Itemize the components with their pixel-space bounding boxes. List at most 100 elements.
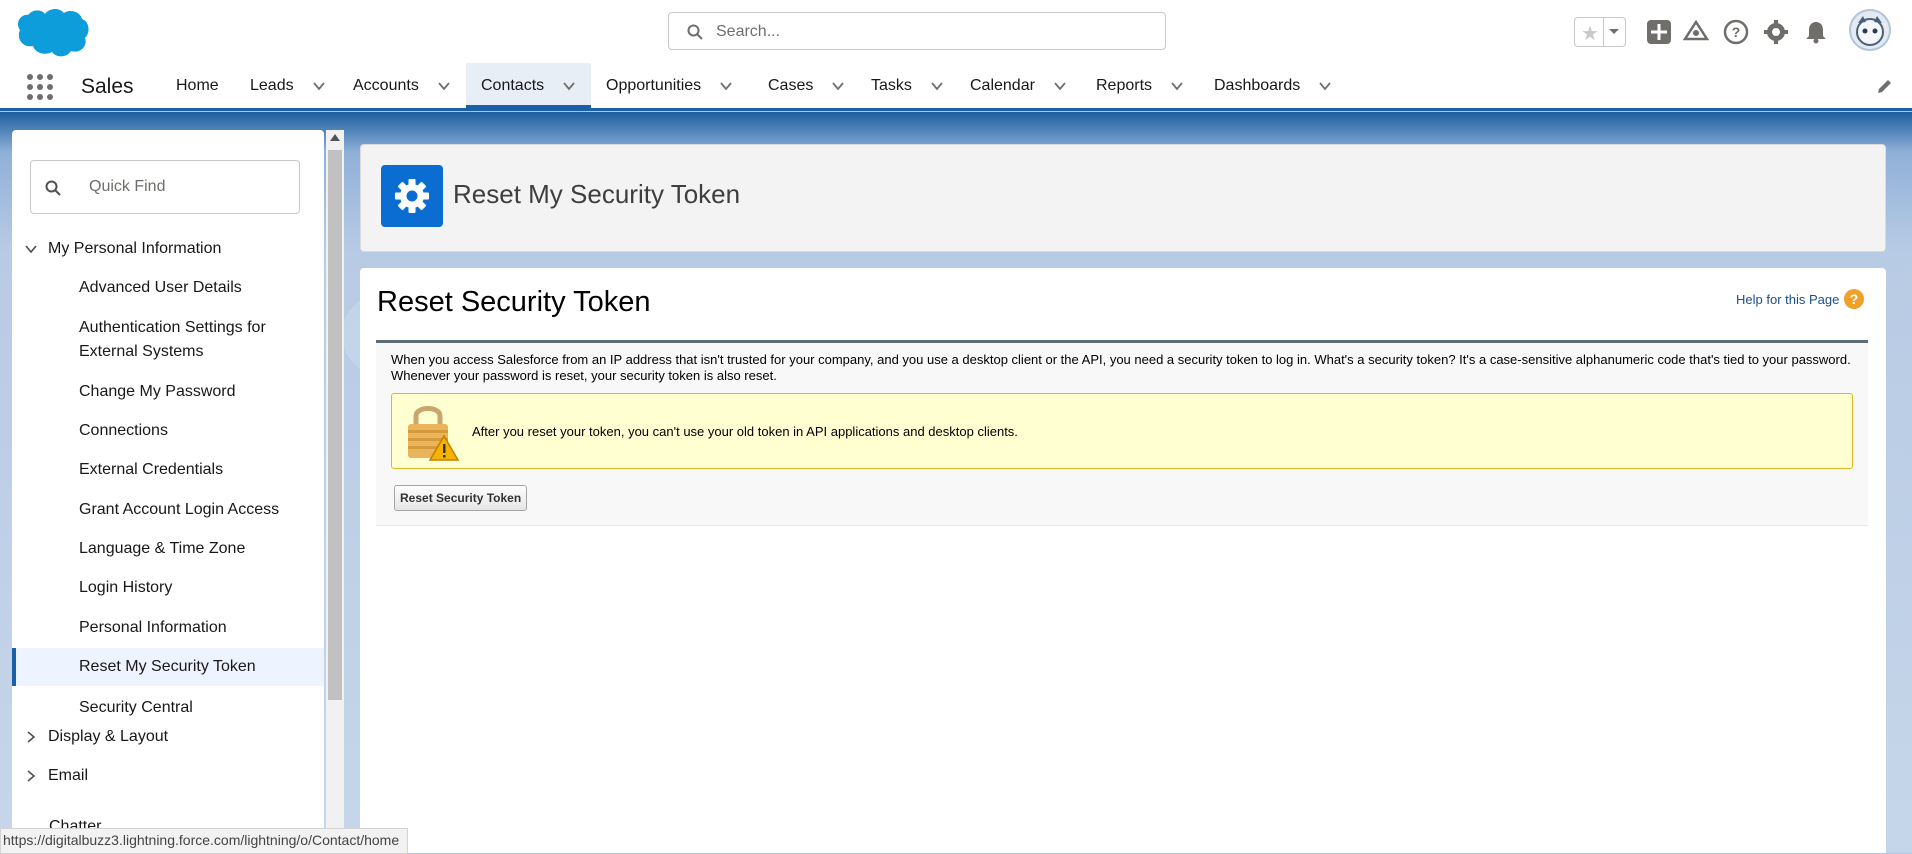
global-header: Search... ★ ? xyxy=(0,0,1912,64)
setup-gear-icon[interactable] xyxy=(1763,19,1789,45)
nav-tab-home[interactable]: Home xyxy=(164,63,231,108)
sidebar-item-reset-my-security-token[interactable]: Reset My Security Token xyxy=(12,648,324,686)
trailhead-icon[interactable] xyxy=(1683,19,1709,45)
chevron-down-icon[interactable] xyxy=(1607,24,1621,38)
nav-tab-label: Contacts xyxy=(481,76,545,94)
tree-section-label: Display & Layout xyxy=(48,728,169,745)
sidebar-item-login-history[interactable]: Login History xyxy=(12,576,324,600)
chevron-right-icon[interactable] xyxy=(24,730,38,744)
token-description: When you access Salesforce from an IP ad… xyxy=(391,352,1851,383)
add-icon[interactable] xyxy=(1646,19,1672,45)
nav-tab-label: Cases xyxy=(768,76,814,94)
tree-section-label: Email xyxy=(48,767,89,784)
chevron-down-icon[interactable] xyxy=(312,79,326,93)
reset-token-panel: When you access Salesforce from an IP ad… xyxy=(376,340,1868,526)
chevron-down-icon[interactable] xyxy=(930,79,944,93)
nav-tab-label: Accounts xyxy=(353,76,419,94)
gear-icon xyxy=(395,179,429,213)
search-icon xyxy=(687,24,703,40)
sidebar-item-personal-information[interactable]: Personal Information xyxy=(12,616,324,640)
help-for-this-page-link[interactable]: Help for this Page xyxy=(1736,292,1839,307)
main-content: Reset Security Token Help for this Page … xyxy=(360,268,1886,853)
help-icon[interactable]: ? xyxy=(1723,19,1749,45)
nav-tab-reports[interactable]: Reports xyxy=(1084,63,1196,108)
nav-tab-tasks[interactable]: Tasks xyxy=(859,63,956,108)
chevron-down-icon[interactable] xyxy=(437,79,451,93)
edit-nav-pencil-icon[interactable] xyxy=(1876,77,1894,95)
sidebar-item-label: Login History xyxy=(79,579,173,596)
nav-tab-label: Tasks xyxy=(871,76,912,94)
nav-tab-leads[interactable]: Leads xyxy=(238,63,338,108)
chevron-down-icon[interactable] xyxy=(562,79,576,93)
sidebar-item-label: Connections xyxy=(79,422,168,439)
setup-sidebar: Quick Find My Personal Information Advan… xyxy=(12,130,324,853)
sidebar-item-label: Grant Account Login Access xyxy=(79,501,280,518)
user-avatar[interactable] xyxy=(1849,9,1891,51)
app-launcher-icon[interactable] xyxy=(26,73,54,101)
help-question-icon[interactable]: ? xyxy=(1844,289,1864,309)
salesforce-logo[interactable] xyxy=(14,6,90,58)
chevron-down-icon[interactable] xyxy=(24,242,38,256)
warning-message: After you reset your token, you can't us… xyxy=(391,393,1853,469)
sidebar-item-connections[interactable]: Connections xyxy=(12,419,324,443)
favorites-button[interactable]: ★ xyxy=(1574,17,1626,47)
nav-tab-label: Leads xyxy=(250,76,294,94)
scroll-up-arrow-icon[interactable] xyxy=(330,134,340,141)
sidebar-item-authentication-settings[interactable]: Authentication Settings for External Sys… xyxy=(12,316,312,364)
sidebar-scrollbar-thumb[interactable] xyxy=(328,150,342,700)
nav-tab-opportunities[interactable]: Opportunities xyxy=(594,63,745,108)
chevron-right-icon[interactable] xyxy=(24,769,38,783)
nav-tab-dashboards[interactable]: Dashboards xyxy=(1202,63,1344,108)
notifications-bell-icon[interactable] xyxy=(1803,19,1829,45)
tree-section-display-layout[interactable]: Display & Layout xyxy=(12,722,168,752)
svg-text:?: ? xyxy=(1732,24,1741,40)
nav-tab-label: Opportunities xyxy=(606,76,702,94)
nav-tab-contacts[interactable]: Contacts xyxy=(466,63,591,108)
chevron-down-icon[interactable] xyxy=(1318,79,1332,93)
chevron-down-icon[interactable] xyxy=(1053,79,1067,93)
search-placeholder: Search... xyxy=(716,23,781,40)
nav-tab-cases[interactable]: Cases xyxy=(756,63,857,108)
sidebar-item-change-my-password[interactable]: Change My Password xyxy=(12,380,324,404)
setup-gear-icon xyxy=(381,165,443,227)
tree-section-my-personal-information[interactable]: My Personal Information xyxy=(12,234,221,264)
sidebar-item-label: Security Central xyxy=(79,699,193,716)
sidebar-item-label: Language & Time Zone xyxy=(79,540,246,557)
chevron-down-icon[interactable] xyxy=(831,79,845,93)
reset-security-token-button[interactable]: Reset Security Token xyxy=(394,485,528,511)
nav-tab-label: Calendar xyxy=(970,76,1035,94)
sidebar-item-grant-account-login-access[interactable]: Grant Account Login Access xyxy=(12,498,324,522)
app-nav-bar: Sales Home Leads Accounts Contacts Oppor… xyxy=(0,63,1912,111)
lock-warning-icon xyxy=(408,406,460,461)
nav-tab-label: Home xyxy=(176,76,219,94)
page-header: Reset My Security Token xyxy=(360,144,1886,252)
status-bar-url: https://digitalbuzz3.lightning.force.com… xyxy=(0,828,409,854)
chevron-down-icon[interactable] xyxy=(1170,79,1184,93)
sidebar-item-label: Change My Password xyxy=(79,383,236,400)
page-title: Reset My Security Token xyxy=(453,179,741,209)
sidebar-item-label: Personal Information xyxy=(79,619,227,636)
avatar-icon xyxy=(1856,16,1884,46)
global-search[interactable]: Search... xyxy=(668,12,1166,50)
divider xyxy=(1603,18,1604,46)
sidebar-item-language-time-zone[interactable]: Language & Time Zone xyxy=(12,537,324,561)
nav-tab-label: Dashboards xyxy=(1214,76,1301,94)
sidebar-item-label: Advanced User Details xyxy=(79,279,242,296)
content-heading: Reset Security Token xyxy=(377,286,651,318)
tree-section-label: My Personal Information xyxy=(48,240,222,257)
tree-section-email[interactable]: Email xyxy=(12,761,88,791)
nav-tab-label: Reports xyxy=(1096,76,1153,94)
sidebar-item-label: Authentication Settings for External Sys… xyxy=(79,319,266,360)
nav-tab-calendar[interactable]: Calendar xyxy=(958,63,1079,108)
search-icon xyxy=(45,180,61,196)
sidebar-item-external-credentials[interactable]: External Credentials xyxy=(12,458,324,482)
star-icon: ★ xyxy=(1581,23,1599,45)
sidebar-item-label: External Credentials xyxy=(79,461,224,478)
quick-find-input[interactable]: Quick Find xyxy=(30,160,300,214)
nav-tab-accounts[interactable]: Accounts xyxy=(341,63,463,108)
sidebar-item-advanced-user-details[interactable]: Advanced User Details xyxy=(12,276,324,300)
warning-text: After you reset your token, you can't us… xyxy=(472,424,1018,439)
chevron-down-icon[interactable] xyxy=(719,79,733,93)
sidebar-item-security-central[interactable]: Security Central xyxy=(12,696,324,720)
app-name: Sales xyxy=(81,75,134,98)
